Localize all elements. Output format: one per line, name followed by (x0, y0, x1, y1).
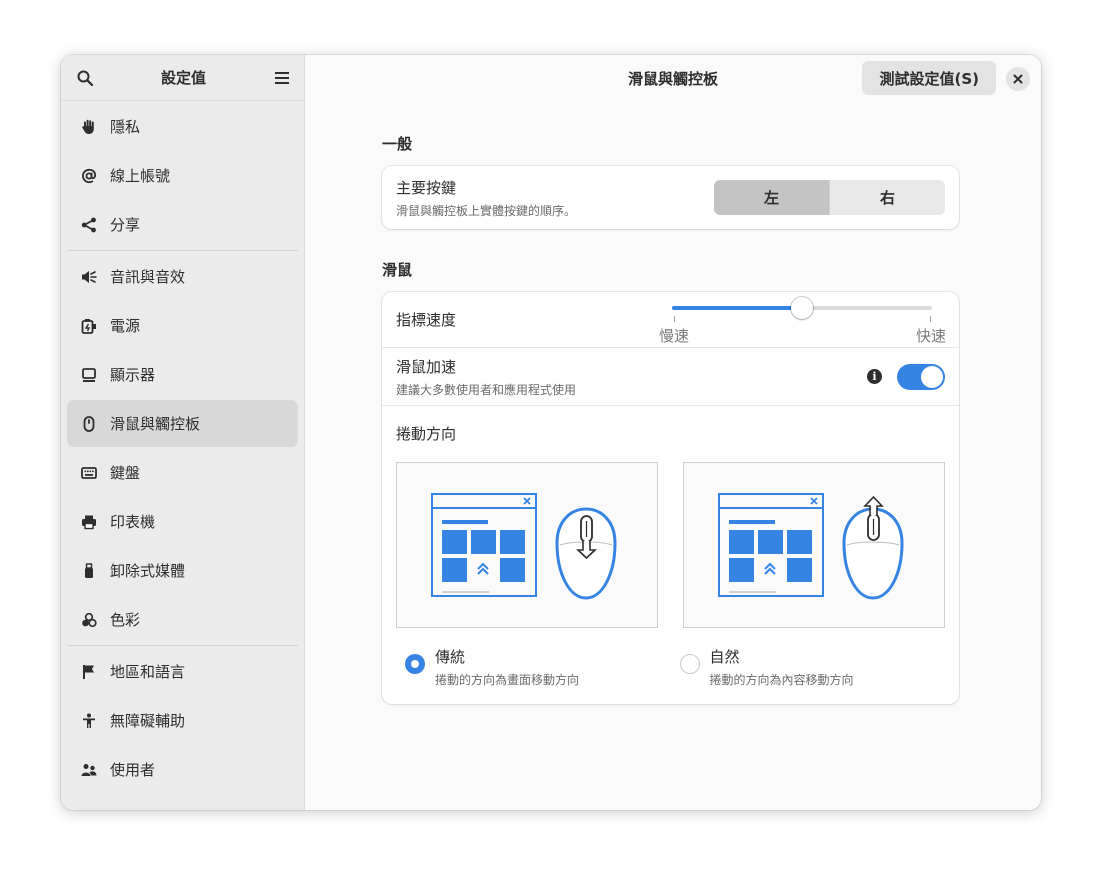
sidebar-item-privacy[interactable]: 隱私 (67, 103, 298, 150)
color-icon (81, 612, 97, 628)
sidebar-item-label: 顯示器 (110, 366, 156, 384)
slider-fill (672, 306, 802, 310)
primary-button-toggle-group: 左 右 (714, 180, 945, 215)
keyboard-icon (81, 465, 97, 481)
sidebar: 設定值 隱私 線上帳號 分享 音訊與音效 電源 顯示器 滑鼠與觸控板 鍵盤 印表… (61, 55, 305, 810)
scroll-direction-options: 傳統 捲動的方向為畫面移動方向 自然 捲動的方向為內容移動方向 (396, 646, 945, 688)
primary-left-button[interactable]: 左 (714, 180, 829, 215)
info-icon[interactable]: i (867, 369, 882, 384)
traditional-scroll-illustration[interactable] (396, 462, 658, 628)
primary-right-button[interactable]: 右 (829, 180, 945, 215)
sidebar-item-keyboard[interactable]: 鍵盤 (67, 449, 298, 496)
sidebar-item-mouse-touchpad[interactable]: 滑鼠與觸控板 (67, 400, 298, 447)
search-icon[interactable] (75, 68, 95, 88)
hamburger-menu-icon[interactable] (272, 68, 292, 88)
sidebar-item-color[interactable]: 色彩 (67, 596, 298, 643)
sidebar-divider (67, 250, 298, 251)
printer-icon (81, 514, 97, 530)
sidebar-item-label: 分享 (110, 216, 141, 234)
sidebar-item-label: 隱私 (110, 118, 141, 136)
section-title-general: 一般 (382, 135, 413, 153)
natural-title: 自然 (709, 648, 740, 666)
accessibility-icon (81, 713, 97, 729)
scroll-direction-row: 捲動方向 傳統 捲動的方向為畫面移動方向 自然 捲動的方向為內容移動方向 (382, 405, 959, 704)
sidebar-item-sharing[interactable]: 分享 (67, 201, 298, 248)
sidebar-item-printers[interactable]: 印表機 (67, 498, 298, 545)
sidebar-item-label: 線上帳號 (110, 167, 171, 185)
sidebar-item-power[interactable]: 電源 (67, 302, 298, 349)
power-plug-icon (81, 318, 97, 334)
page-title: 滑鼠與觸控板 (627, 69, 718, 88)
acceleration-title: 滑鼠加速 (396, 357, 457, 376)
sidebar-item-region-language[interactable]: 地區和語言 (67, 648, 298, 695)
acceleration-row: 滑鼠加速 建議大多數使用者和應用程式使用 i (382, 347, 959, 405)
sidebar-item-displays[interactable]: 顯示器 (67, 351, 298, 398)
mouse-icon (81, 415, 97, 432)
natural-subtitle: 捲動的方向為內容移動方向 (709, 673, 854, 687)
scroll-illustrations (396, 462, 945, 628)
traditional-radio[interactable] (405, 654, 425, 674)
sidebar-item-online-accounts[interactable]: 線上帳號 (67, 152, 298, 199)
sidebar-item-label: 使用者 (110, 761, 156, 779)
sidebar-item-label: 印表機 (110, 513, 156, 531)
sidebar-item-label: 電源 (110, 317, 141, 335)
section-title-mouse: 滑鼠 (382, 261, 413, 279)
acceleration-switch[interactable] (897, 364, 945, 390)
switch-knob (921, 366, 943, 388)
natural-scroll-illustration[interactable] (683, 462, 945, 628)
primary-button-subtitle: 滑鼠與觸控板上實體按鍵的順序。 (396, 203, 577, 218)
slider-max-label: 快速 (915, 327, 946, 345)
sidebar-header: 設定值 (61, 55, 304, 101)
sidebar-item-label: 音訊與音效 (110, 268, 186, 286)
primary-button-row: 主要按鍵 滑鼠與觸控板上實體按鍵的順序。 左 右 (382, 166, 959, 229)
close-icon (1013, 74, 1023, 84)
close-button[interactable] (1006, 67, 1030, 91)
pointer-speed-slider[interactable]: 慢速 快速 (659, 297, 946, 346)
usb-icon (81, 562, 97, 579)
users-icon (81, 762, 97, 778)
sidebar-item-label: 無障礙輔助 (110, 712, 186, 730)
sidebar-item-label: 滑鼠與觸控板 (110, 415, 201, 433)
sidebar-divider (67, 645, 298, 646)
sidebar-list: 隱私 線上帳號 分享 音訊與音效 電源 顯示器 滑鼠與觸控板 鍵盤 印表機 卸除… (61, 101, 304, 810)
share-icon (81, 217, 97, 233)
natural-option[interactable]: 自然 捲動的方向為內容移動方向 (671, 646, 946, 688)
at-icon (81, 168, 97, 184)
hand-icon (81, 119, 97, 135)
content: 一般 主要按鍵 滑鼠與觸控板上實體按鍵的順序。 左 右 滑鼠 指標速度 慢速 快… (382, 101, 959, 704)
flag-icon (81, 664, 97, 680)
sidebar-item-label: 鍵盤 (110, 464, 141, 482)
slider-thumb[interactable] (791, 297, 813, 319)
acceleration-subtitle: 建議大多數使用者和應用程式使用 (396, 382, 577, 397)
display-icon (81, 367, 97, 383)
slider-tick-max (930, 316, 931, 322)
slider-tick-min (674, 316, 675, 322)
sidebar-item-removable-media[interactable]: 卸除式媒體 (67, 547, 298, 594)
sidebar-title: 設定值 (160, 69, 206, 87)
test-settings-button[interactable]: 測試設定值(S) (862, 61, 996, 95)
general-card: 主要按鍵 滑鼠與觸控板上實體按鍵的順序。 左 右 (382, 166, 959, 229)
main-panel: 滑鼠與觸控板 測試設定值(S) 一般 主要按鍵 滑鼠與觸控板上實體按鍵的順序。 … (305, 55, 1041, 810)
mouse-card: 指標速度 慢速 快速 滑鼠加速 建議大多數使用者和應用程式使用 i 捲動方向 傳… (382, 292, 959, 704)
sidebar-item-label: 色彩 (110, 611, 141, 629)
traditional-option[interactable]: 傳統 捲動的方向為畫面移動方向 (396, 646, 671, 688)
header-bar: 滑鼠與觸控板 測試設定值(S) (305, 55, 1041, 101)
settings-window: 設定值 隱私 線上帳號 分享 音訊與音效 電源 顯示器 滑鼠與觸控板 鍵盤 印表… (61, 55, 1041, 810)
scroll-direction-title: 捲動方向 (396, 425, 457, 443)
sidebar-item-users[interactable]: 使用者 (67, 746, 298, 793)
traditional-title: 傳統 (435, 648, 466, 666)
sidebar-item-accessibility[interactable]: 無障礙輔助 (67, 697, 298, 744)
speaker-icon (81, 269, 97, 285)
natural-radio[interactable] (679, 654, 700, 674)
traditional-subtitle: 捲動的方向為畫面移動方向 (435, 673, 580, 687)
sidebar-item-label: 地區和語言 (110, 663, 186, 681)
sidebar-item-sound[interactable]: 音訊與音效 (67, 253, 298, 300)
sidebar-item-label: 卸除式媒體 (110, 562, 186, 580)
primary-button-title: 主要按鍵 (396, 178, 457, 197)
pointer-speed-title: 指標速度 (396, 311, 457, 329)
slider-min-label: 慢速 (659, 327, 690, 345)
pointer-speed-row: 指標速度 慢速 快速 (382, 292, 959, 347)
